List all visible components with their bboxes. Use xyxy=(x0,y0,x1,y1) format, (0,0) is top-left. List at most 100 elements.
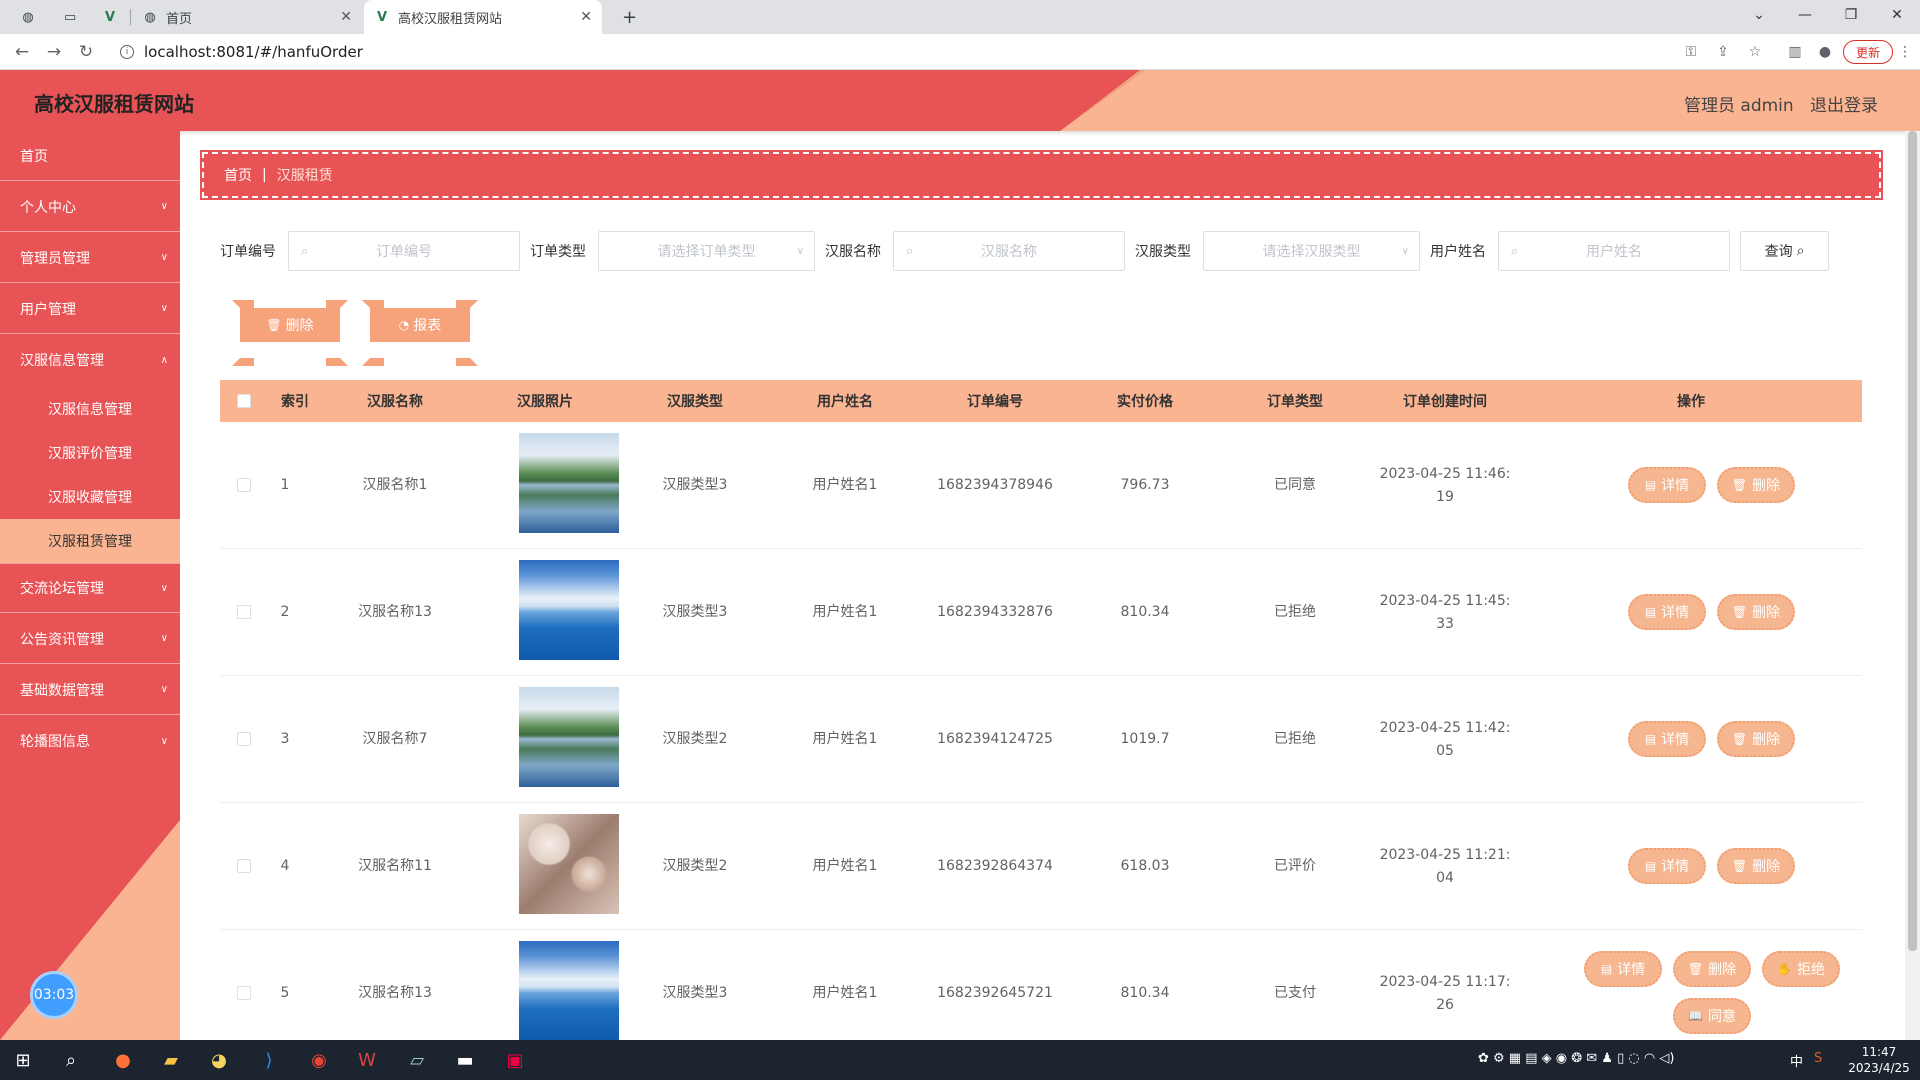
forward-icon[interactable]: → xyxy=(42,40,66,64)
detail-button[interactable]: ▤ 详情 xyxy=(1628,848,1706,884)
tray-icons[interactable]: ✿ ⚙ ▦ ▤ ◈ ◉ ❂ ✉ ♟ ▯ ◌ ◠ ◁) xyxy=(1478,1051,1674,1066)
floating-timer-badge[interactable]: 03:03 xyxy=(30,971,78,1019)
query-button[interactable]: 查询 ⌕ xyxy=(1740,231,1829,271)
logout-link[interactable]: 退出登录 xyxy=(1810,91,1878,116)
sidepanel-icon[interactable]: ▥ xyxy=(1784,42,1806,62)
close-tab-icon[interactable]: ✕ xyxy=(340,9,352,25)
sidebar-subitem-hanfu-info[interactable]: 汉服信息管理 xyxy=(0,387,180,431)
admin-user-label[interactable]: 管理员 admin xyxy=(1684,91,1794,116)
tab-home[interactable]: ◍ 首页 ✕ xyxy=(132,0,362,34)
hanfu-photo[interactable] xyxy=(519,814,619,914)
detail-button[interactable]: ▤ 详情 xyxy=(1628,467,1706,503)
sidebar-item-personal-center[interactable]: 个人中心 ∨ xyxy=(0,182,180,232)
search-icon[interactable]: ⌕ xyxy=(58,1048,84,1072)
hanfu-photo[interactable] xyxy=(519,433,619,533)
duck-app-icon[interactable]: ◕ xyxy=(206,1048,232,1072)
hanfu-type-select[interactable]: 请选择汉服类型 ∨ xyxy=(1203,231,1420,271)
sidebar-item-hanfu-info[interactable]: 汉服信息管理 ∧ xyxy=(0,335,180,385)
cell-hanfu-name: 汉服名称1 xyxy=(362,477,428,493)
restore-icon[interactable]: ❐ xyxy=(1828,0,1874,30)
pinned-tab-3[interactable]: V xyxy=(94,0,124,34)
sidebar-subitem-hanfu-favorite[interactable]: 汉服收藏管理 xyxy=(0,475,180,519)
sidebar-item-user-mgmt[interactable]: 用户管理 ∨ xyxy=(0,284,180,334)
row-checkbox[interactable] xyxy=(237,478,251,492)
document-icon: ▤ xyxy=(1644,732,1657,746)
hanfu-photo[interactable] xyxy=(519,560,619,660)
pinned-tab-1[interactable]: ◍ xyxy=(12,0,42,34)
hanfu-photo[interactable] xyxy=(519,941,619,1040)
profile-icon[interactable]: ● xyxy=(1814,42,1836,62)
detail-button[interactable]: ▤ 详情 xyxy=(1628,721,1706,757)
breadcrumb-home[interactable]: 首页 xyxy=(224,165,252,185)
windows-start-icon[interactable]: ⊞ xyxy=(10,1048,36,1072)
hanfu-photo[interactable] xyxy=(519,687,619,787)
sidebar-item-forum[interactable]: 交流论坛管理 ∨ xyxy=(0,563,180,613)
user-name-input[interactable]: ⌕ 用户姓名 xyxy=(1498,231,1730,271)
intellij-icon[interactable]: ▣ xyxy=(502,1048,528,1072)
reject-button[interactable]: ✋ 拒绝 xyxy=(1762,951,1840,987)
close-window-icon[interactable]: ✕ xyxy=(1874,0,1920,30)
tab-active[interactable]: V 高校汉服租赁网站 ✕ xyxy=(364,0,602,34)
ime-logo-icon[interactable]: S xyxy=(1814,1051,1822,1066)
tab-search-icon[interactable]: ⌄ xyxy=(1736,0,1782,30)
terminal-icon[interactable]: ▬ xyxy=(452,1048,478,1072)
scrollbar-thumb[interactable] xyxy=(1908,131,1917,951)
row-checkbox[interactable] xyxy=(237,732,251,746)
sidebar-item-carousel[interactable]: 轮播图信息 ∨ xyxy=(0,716,180,766)
delete-label: 删除 xyxy=(1752,732,1781,748)
firefox-icon[interactable]: ● xyxy=(110,1048,136,1072)
row-checkbox[interactable] xyxy=(237,605,251,619)
notes-app-icon[interactable]: ▱ xyxy=(404,1048,430,1072)
bulk-delete-button[interactable]: 🗑 删除 xyxy=(232,300,348,366)
cell-user-name: 用户姓名1 xyxy=(812,477,878,493)
update-button[interactable]: 更新 xyxy=(1843,40,1893,64)
file-explorer-icon[interactable]: ▰ xyxy=(158,1048,184,1072)
delete-button[interactable]: 🗑 删除 xyxy=(1717,848,1795,884)
row-checkbox[interactable] xyxy=(237,859,251,873)
delete-button[interactable]: 🗑 删除 xyxy=(1673,951,1751,987)
ime-indicator[interactable]: 中 xyxy=(1790,1051,1803,1070)
info-icon[interactable]: i xyxy=(120,45,134,59)
url-field[interactable]: i localhost:8081/#/hanfuOrder xyxy=(108,39,1658,65)
row-checkbox[interactable] xyxy=(237,986,251,1000)
col-hanfu-name: 汉服名称 xyxy=(367,394,423,410)
chrome-icon[interactable]: ◉ xyxy=(306,1048,332,1072)
minimize-icon[interactable]: — xyxy=(1782,0,1828,30)
reload-icon[interactable]: ↻ xyxy=(74,40,98,64)
sidebar-subitem-label: 汉服评价管理 xyxy=(48,446,132,462)
select-all-checkbox[interactable] xyxy=(237,394,251,408)
new-tab-button[interactable]: + xyxy=(612,0,642,34)
sidebar-subitem-hanfu-rental[interactable]: 汉服租赁管理 xyxy=(0,519,180,563)
share-icon[interactable]: ⇪ xyxy=(1712,42,1734,62)
wps-icon[interactable]: W xyxy=(354,1048,380,1072)
detail-button[interactable]: ▤ 详情 xyxy=(1628,594,1706,630)
agree-button[interactable]: 📖 同意 xyxy=(1673,998,1751,1034)
sidebar-item-base-data[interactable]: 基础数据管理 ∨ xyxy=(0,665,180,715)
close-tab-icon[interactable]: ✕ xyxy=(580,9,592,25)
vscode-icon[interactable]: ⟩ xyxy=(256,1048,282,1072)
address-bar-row: ← → ↻ i localhost:8081/#/hanfuOrder ⚿ ⇪ … xyxy=(0,34,1920,70)
menu-dots-icon[interactable]: ⋮ xyxy=(1894,42,1916,62)
key-icon[interactable]: ⚿ xyxy=(1680,42,1702,62)
sidebar-item-news[interactable]: 公告资讯管理 ∨ xyxy=(0,614,180,664)
report-button[interactable]: ◔ 报表 xyxy=(362,300,478,366)
delete-button[interactable]: 🗑 删除 xyxy=(1717,721,1795,757)
delete-button[interactable]: 🗑 删除 xyxy=(1717,594,1795,630)
chevron-down-icon: ∨ xyxy=(1401,245,1409,257)
pinned-tab-2[interactable]: ▭ xyxy=(54,0,84,34)
sidebar-subitem-hanfu-review[interactable]: 汉服评价管理 xyxy=(0,431,180,475)
order-type-select[interactable]: 请选择订单类型 ∨ xyxy=(598,231,815,271)
taskbar-clock[interactable]: 11:47 2023/4/25 xyxy=(1848,1044,1910,1076)
sidebar-item-admin-mgmt[interactable]: 管理员管理 ∨ xyxy=(0,233,180,283)
page-scrollbar[interactable] xyxy=(1905,131,1920,1040)
delete-button[interactable]: 🗑 删除 xyxy=(1717,467,1795,503)
hanfu-name-input[interactable]: ⌕ 汉服名称 xyxy=(893,231,1125,271)
sidebar-item-home[interactable]: 首页 xyxy=(0,131,180,181)
search-icon: ⌕ xyxy=(1796,243,1805,259)
back-icon[interactable]: ← xyxy=(10,40,34,64)
chevron-down-icon: ∨ xyxy=(160,633,168,644)
chevron-down-icon: ∨ xyxy=(160,201,168,212)
detail-button[interactable]: ▤ 详情 xyxy=(1584,951,1662,987)
star-icon[interactable]: ☆ xyxy=(1744,42,1766,62)
order-no-input[interactable]: ⌕ 订单编号 xyxy=(288,231,520,271)
